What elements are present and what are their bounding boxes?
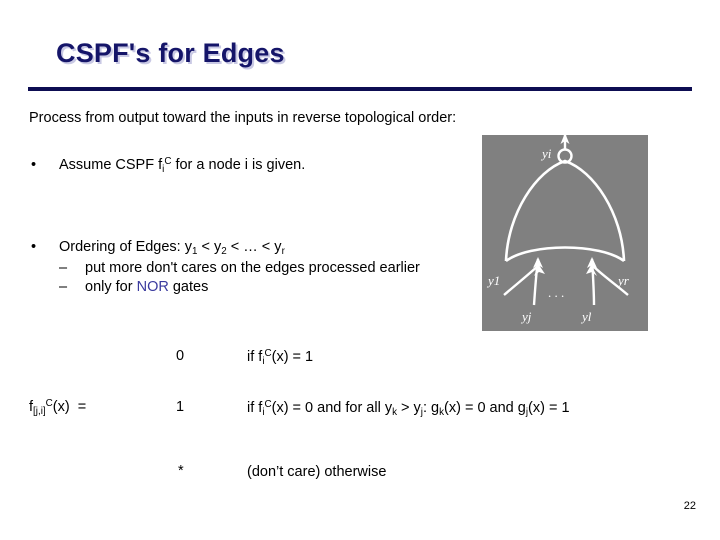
case-0-condition: if fiC(x) = 1: [247, 348, 597, 368]
case-1-post: (x) = 0 and for all y: [271, 400, 393, 416]
page-number: 22: [683, 500, 696, 512]
case-0-pre: if f: [247, 349, 263, 365]
lhs-subscript: [j,i]: [33, 405, 46, 417]
title-divider: [28, 87, 692, 91]
label-ellipsis: . . .: [548, 285, 564, 300]
case-1-condition: if fiC(x) = 0 and for all yk > yj: gk(x)…: [247, 399, 597, 419]
lead-paragraph: Process from output toward the inputs in…: [29, 110, 457, 126]
label-input-yl: yl: [580, 309, 592, 324]
lhs-argument: (x): [52, 399, 70, 415]
case-1-end: (x) = 1: [528, 400, 570, 416]
case-1-gt: > y: [397, 400, 421, 416]
subbullet-marker: –: [59, 278, 68, 295]
equation-left-hand-side: f[j,i]C(x) =: [29, 397, 87, 417]
case-1-mid: : g: [422, 400, 440, 416]
ordering-pre: Ordering of Edges: y: [59, 239, 192, 255]
bullet-ordering-of-edges: • Ordering of Edges: y1 < y2 < … < yr – …: [31, 238, 471, 297]
ordering-subbullets: – put more don't cares on the edges proc…: [59, 259, 471, 297]
subbullet-nor-gates: – only for NOR gates: [59, 278, 471, 297]
case-0-value: 0: [176, 348, 185, 364]
input-wire-y1: [503, 264, 540, 296]
subbullet-nor-post: gates: [168, 278, 209, 295]
bullet-ordering-text: Ordering of Edges: y1 < y2 < … < yr: [59, 238, 471, 258]
subbullet-dont-cares-text: put more don't cares on the edges proces…: [85, 259, 420, 276]
subbullet-marker: –: [59, 259, 68, 276]
page-title: CSPF's for Edges: [56, 38, 285, 68]
subbullet-dont-cares: – put more don't cares on the edges proc…: [59, 259, 471, 278]
label-input-yr: yr: [616, 273, 630, 288]
ordering-mid-1: < y: [197, 239, 222, 255]
gate-outline-left-right: [504, 159, 626, 262]
label-input-yj: yj: [520, 309, 532, 324]
case-2-condition: (don’t care) otherwise: [247, 464, 387, 480]
lhs-equals: =: [77, 399, 87, 415]
bullet-assume-cspf-text: Assume CSPF fiC for a node i is given.: [59, 156, 461, 176]
subbullet-nor-pre: only for: [85, 278, 137, 295]
assume-pre: Assume CSPF f: [59, 157, 163, 173]
bullet-assume-cspf: • Assume CSPF fiC for a node i is given.: [31, 156, 461, 176]
bullet-marker: •: [31, 157, 37, 173]
lhs-superscript: C: [45, 397, 53, 409]
nor-gate-drawing: yi y1 yj yl yr . . .: [486, 135, 630, 324]
case-1-tail: (x) = 0 and g: [444, 400, 526, 416]
label-output-yi: yi: [540, 146, 552, 161]
ordering-sub-3: r: [281, 245, 285, 257]
case-1-pre: if f: [247, 400, 263, 416]
assume-post: for a node i is given.: [171, 157, 306, 173]
case-1-sup-c: C: [264, 398, 272, 410]
bullet-marker: •: [31, 239, 37, 255]
case-0-sup: C: [264, 347, 272, 359]
label-input-y1: y1: [486, 273, 500, 288]
nor-gate-figure: yi y1 yj yl yr . . .: [482, 135, 648, 331]
case-0-post: (x) = 1: [271, 349, 314, 365]
nor-keyword: NOR: [136, 278, 169, 295]
case-2-value: *: [178, 463, 184, 479]
ordering-mid-2: < … < y: [226, 239, 282, 255]
case-1-value: 1: [176, 399, 185, 415]
gate-bottom-arc: [505, 246, 625, 263]
